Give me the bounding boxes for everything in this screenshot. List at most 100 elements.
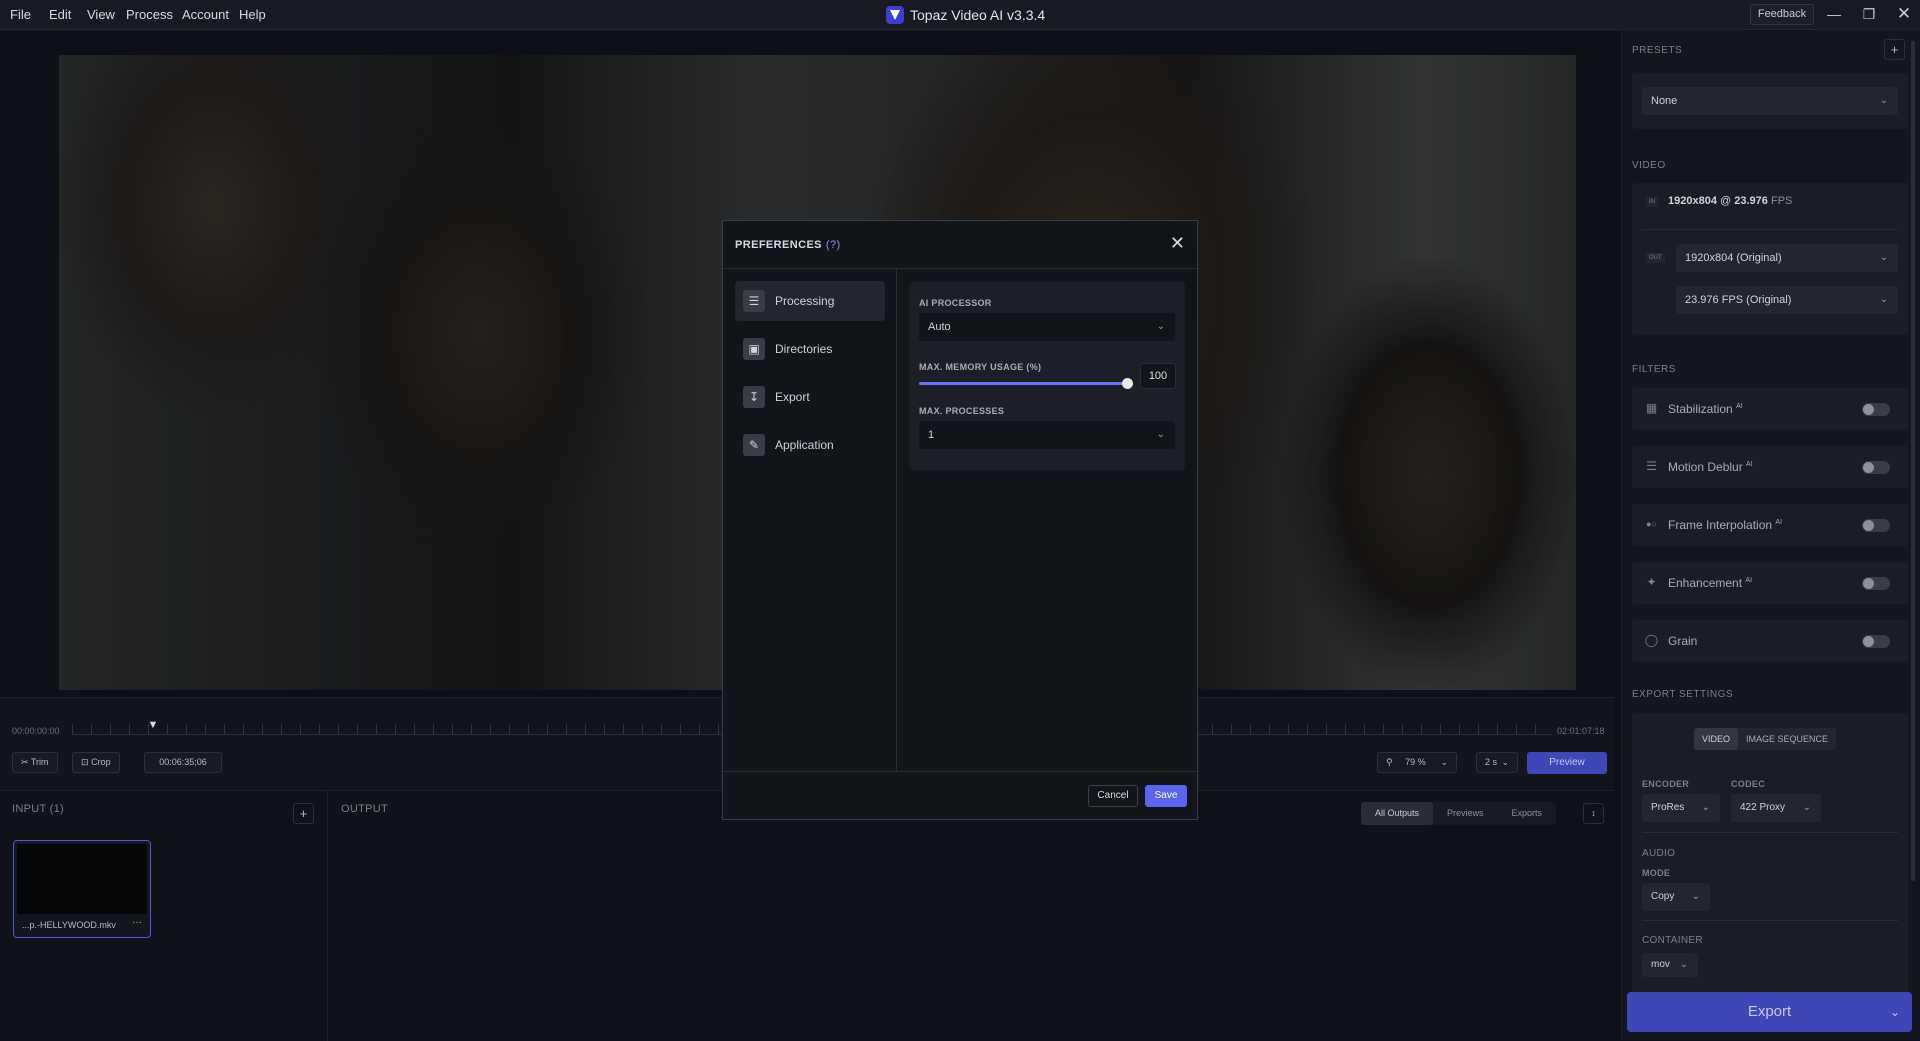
container-select[interactable]: mov ⌄ [1642, 953, 1698, 977]
filter-enhancement[interactable]: ✦ Enhancement AI [1632, 562, 1908, 604]
enhancement-toggle[interactable] [1862, 577, 1890, 590]
more-options-icon[interactable]: ··· [132, 917, 142, 928]
output-tabs: All Outputs Previews Exports [1361, 802, 1557, 825]
output-fps-select[interactable]: 23.976 FPS (Original) ⌄ [1676, 286, 1898, 314]
nav-application[interactable]: ✎ Application [735, 425, 885, 465]
input-pane: INPUT (1) + ...p.-HELLYWOOD.mkv ··· [0, 791, 328, 1041]
help-link[interactable]: (?) [826, 239, 841, 251]
encoder-select[interactable]: ProRes ⌄ [1642, 794, 1720, 822]
nav-label: Export [775, 390, 810, 404]
tab-video[interactable]: VIDEO [1694, 728, 1739, 750]
encoder-value: ProRes [1651, 802, 1685, 813]
chevron-down-icon[interactable]: ⌄ [1890, 992, 1900, 1032]
memory-usage-slider[interactable] [919, 378, 1133, 389]
menu-process[interactable]: Process [126, 7, 173, 22]
grain-toggle[interactable] [1862, 635, 1890, 648]
tab-exports[interactable]: Exports [1498, 802, 1557, 825]
playhead-icon[interactable]: ▼ [147, 719, 159, 731]
timeline-start-time: 00:00:00:00 [12, 726, 60, 736]
input-format: 1920x804 @ 23.976 FPS [1668, 195, 1792, 207]
menu-help[interactable]: Help [239, 7, 266, 22]
menu-view[interactable]: View [87, 7, 115, 22]
filter-label: Enhancement AI [1668, 576, 1753, 590]
video-title: VIDEO [1632, 160, 1666, 171]
crop-button[interactable]: ⊡ Crop [72, 752, 120, 773]
right-panel-scrollbar[interactable] [1911, 41, 1915, 881]
filter-label: Stabilization AI [1668, 402, 1743, 416]
preset-value: None [1651, 95, 1678, 107]
slider-handle[interactable] [1122, 378, 1133, 389]
chevron-down-icon: ⌄ [1501, 757, 1509, 767]
download-icon: ↧ [743, 386, 765, 408]
max-processes-label: MAX. PROCESSES [919, 406, 1005, 416]
topaz-logo-icon [886, 6, 904, 24]
add-preset-button[interactable]: + [1884, 39, 1905, 60]
input-fps-unit: FPS [1770, 195, 1793, 207]
presets-card: None ⌄ [1632, 73, 1908, 129]
export-button[interactable]: Export ⌄ [1627, 992, 1912, 1032]
max-processes-select[interactable]: 1 ⌄ [919, 421, 1175, 449]
input-resolution: 1920x804 [1668, 195, 1717, 207]
crop-label: Crop [91, 757, 111, 767]
preview-button[interactable]: Preview [1527, 752, 1607, 774]
step-select[interactable]: 2 s ⌄ [1476, 752, 1518, 773]
add-input-button[interactable]: + [293, 803, 314, 824]
frame-interpolation-toggle[interactable] [1862, 519, 1890, 532]
nav-export[interactable]: ↧ Export [735, 377, 885, 417]
audio-label: AUDIO [1642, 848, 1676, 859]
ai-processor-value: Auto [928, 321, 951, 333]
max-processes-value: 1 [928, 429, 935, 441]
timeline-end-time: 02:01:07:18 [1557, 726, 1605, 736]
tab-image-sequence[interactable]: IMAGE SEQUENCE [1738, 728, 1836, 750]
filter-label: Frame Interpolation AI [1668, 518, 1783, 532]
cancel-button[interactable]: Cancel [1088, 785, 1138, 807]
feedback-button[interactable]: Feedback [1750, 4, 1814, 25]
filter-stabilization[interactable]: ▦ Stabilization AI [1632, 388, 1908, 430]
stabilization-toggle[interactable] [1862, 403, 1890, 416]
trim-button[interactable]: ✂ Trim [12, 752, 58, 773]
memory-usage-slider-fill [919, 382, 1127, 385]
input-file-card[interactable]: ...p.-HELLYWOOD.mkv ··· [13, 840, 151, 938]
input-format-at: @ [1720, 195, 1732, 207]
memory-usage-label: MAX. MEMORY USAGE (%) [919, 362, 1042, 372]
filter-grain[interactable]: ◯ Grain [1632, 620, 1908, 662]
divider [1642, 832, 1898, 833]
chevron-down-icon: ⌄ [1879, 252, 1888, 263]
tab-all-outputs[interactable]: All Outputs [1361, 802, 1434, 825]
memory-usage-input[interactable]: 100 [1140, 363, 1176, 389]
restore-icon[interactable]: ❐ [1860, 5, 1878, 23]
sort-icon[interactable]: ↕ [1583, 803, 1604, 824]
chevron-down-icon: ⌄ [1802, 802, 1811, 813]
zoom-value: 79 % [1405, 757, 1426, 767]
output-title: OUTPUT [341, 803, 389, 815]
chevron-down-icon: ⌄ [1879, 95, 1888, 106]
codec-select[interactable]: 422 Proxy ⌄ [1731, 794, 1821, 822]
minimize-icon[interactable]: — [1825, 5, 1843, 23]
filter-frame-interpolation[interactable]: ●○ Frame Interpolation AI [1632, 504, 1908, 546]
current-time-field[interactable]: 00:06:35;06 [144, 752, 222, 773]
bottom-panel: INPUT (1) + ...p.-HELLYWOOD.mkv ··· OUTP… [0, 790, 1614, 1041]
tab-previews[interactable]: Previews [1433, 802, 1498, 825]
ai-processor-select[interactable]: Auto ⌄ [919, 313, 1175, 341]
chevron-down-icon: ⌄ [1440, 757, 1448, 767]
crop-icon: ⊡ [81, 757, 89, 767]
save-button[interactable]: Save [1145, 785, 1187, 807]
sliders-icon: ☰ [743, 290, 765, 312]
zoom-select[interactable]: ⚲ 79 % ⌄ [1377, 752, 1457, 773]
step-value: 2 s [1485, 757, 1498, 767]
motion-deblur-toggle[interactable] [1862, 461, 1890, 474]
chevron-down-icon: ⌄ [1701, 802, 1710, 813]
menu-edit[interactable]: Edit [49, 7, 71, 22]
nav-directories[interactable]: ▣ Directories [735, 329, 885, 369]
nav-label: Directories [775, 342, 833, 356]
menu-account[interactable]: Account [182, 7, 229, 22]
nav-processing[interactable]: ☰ Processing [735, 281, 885, 321]
menu-file[interactable]: File [10, 7, 31, 22]
audio-mode-select[interactable]: Copy ⌄ [1642, 883, 1710, 911]
close-icon[interactable]: ✕ [1170, 233, 1185, 254]
filter-motion-deblur[interactable]: ☰ Motion Deblur AI [1632, 446, 1908, 488]
close-window-icon[interactable]: ✕ [1895, 5, 1913, 23]
output-resolution-select[interactable]: 1920x804 (Original) ⌄ [1676, 244, 1898, 272]
preset-select[interactable]: None ⌄ [1642, 87, 1898, 115]
stabilization-icon: ▦ [1645, 401, 1658, 415]
